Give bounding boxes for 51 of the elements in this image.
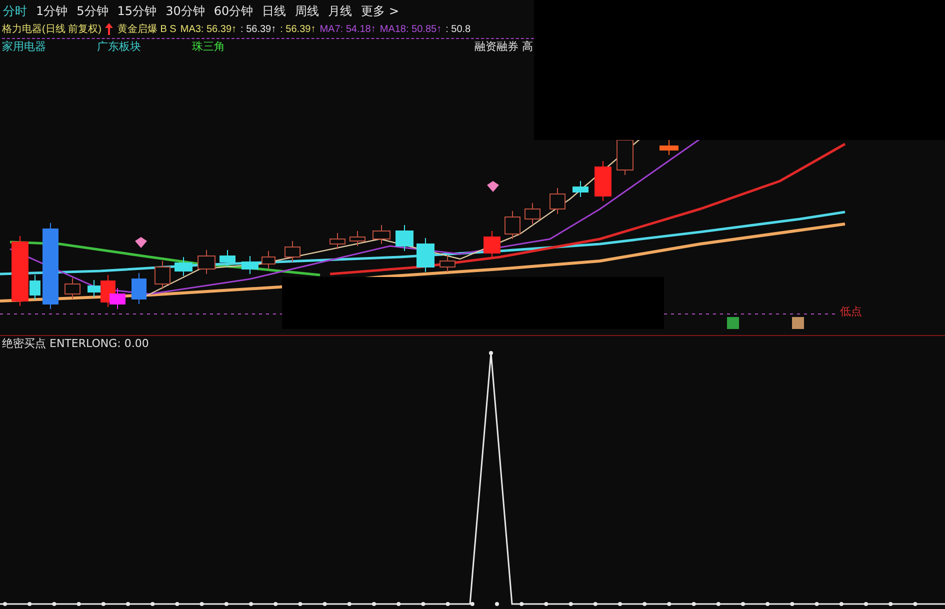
ma-value: MA18: 50.85↑ <box>380 22 442 37</box>
candlestick <box>504 210 520 240</box>
candlestick <box>524 202 540 225</box>
period-tab[interactable]: 周线 <box>295 2 320 20</box>
gem-icon <box>487 181 499 192</box>
period-tab[interactable]: 5分钟 <box>76 2 108 20</box>
sector-label[interactable]: 广东板块 <box>97 38 192 56</box>
candlestick <box>174 256 192 277</box>
signal-label: 黄金启爆 B S <box>117 22 176 37</box>
candlestick <box>572 180 588 198</box>
candlestick <box>350 230 366 247</box>
margin-trading-label: 融资融券 高 <box>474 38 534 55</box>
candlestick <box>284 240 300 263</box>
low-point-label: 低点 <box>840 304 862 320</box>
indicator-label: 绝密买点 ENTERLONG: 0.00 <box>1 336 150 351</box>
candlestick <box>330 232 346 250</box>
period-tab[interactable]: 日线 <box>262 2 286 20</box>
candlestick <box>132 272 146 305</box>
ma-value: : 56.39↑ <box>280 22 316 37</box>
sector-label[interactable]: 珠三角 <box>192 38 287 56</box>
candlestick <box>396 224 414 252</box>
marker-icon <box>792 317 804 330</box>
candlestick <box>242 256 258 275</box>
candlestick <box>660 140 678 156</box>
candlestick <box>484 230 500 259</box>
candlestick <box>550 188 566 215</box>
period-tab[interactable]: 更多 > <box>361 2 399 20</box>
sector-label[interactable]: 家用电器 <box>2 38 97 56</box>
candlestick <box>416 238 434 273</box>
up-arrow-icon <box>105 23 114 36</box>
period-tab[interactable]: 60分钟 <box>214 2 254 20</box>
candlestick <box>372 224 390 245</box>
ma-value: : 56.39↑ <box>240 22 276 37</box>
candlestick <box>64 278 80 300</box>
ma-value: MA7: 54.18↑ <box>320 22 376 37</box>
candlestick <box>198 250 216 275</box>
candlestick <box>440 254 456 273</box>
ma-value: : 50.8 <box>446 22 471 37</box>
stock-title: 格力电器(日线 前复权) <box>2 22 102 37</box>
period-tab[interactable]: 15分钟 <box>117 2 157 20</box>
marker-icon <box>727 317 739 330</box>
candlestick <box>262 250 276 270</box>
gem-icon <box>135 237 147 248</box>
ma-value: MA3: 56.39↑ <box>180 22 237 37</box>
candlestick <box>594 160 612 202</box>
candlestick <box>220 250 236 268</box>
period-tab[interactable]: 分时 <box>3 2 27 20</box>
period-tab[interactable]: 1分钟 <box>36 2 68 20</box>
candlestick <box>154 260 170 290</box>
period-tab[interactable]: 30分钟 <box>166 2 205 20</box>
period-tab[interactable]: 月线 <box>328 2 352 20</box>
